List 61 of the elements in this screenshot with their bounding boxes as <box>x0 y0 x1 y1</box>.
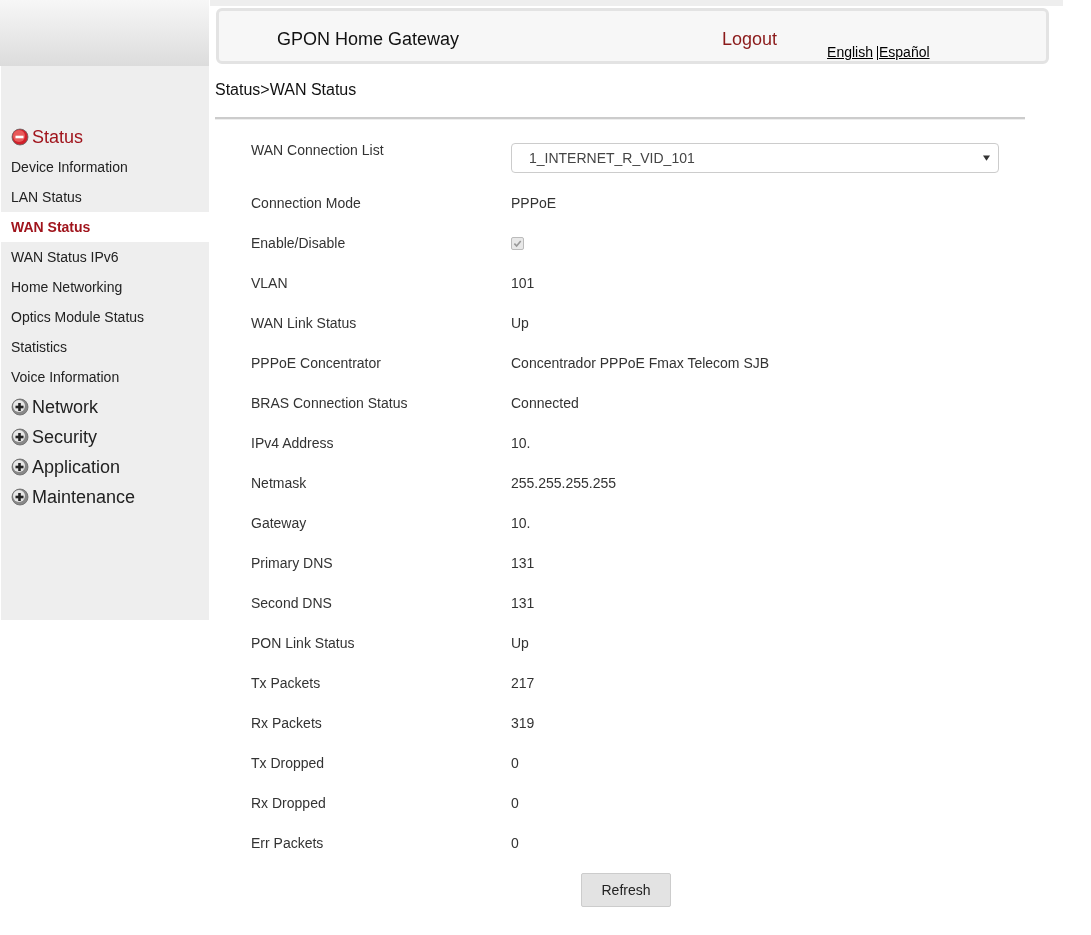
language-link[interactable]: Español <box>879 44 930 60</box>
enable-checkbox[interactable] <box>511 236 524 250</box>
field-label: Enable/Disable <box>250 235 347 251</box>
sidebar-group[interactable]: Application <box>32 456 121 478</box>
field-value: 101 <box>511 275 535 291</box>
field-label: Primary DNS <box>250 555 334 571</box>
field-value: 10. <box>511 515 531 531</box>
sidebar-item[interactable]: WAN Status IPv6 <box>1 242 209 272</box>
field-value: 0 <box>511 795 519 811</box>
sidebar-item[interactable]: Voice Information <box>1 362 209 392</box>
field-label: Gateway <box>250 515 308 531</box>
minus-circle-icon[interactable] <box>11 128 29 146</box>
field-label: BRAS Connection Status <box>250 395 409 411</box>
refresh-button[interactable]: Refresh <box>581 873 671 907</box>
field-label: IPv4 Address <box>250 435 335 451</box>
field-value: 0 <box>511 755 519 771</box>
sidebar-item[interactable]: Optics Module Status <box>1 302 209 332</box>
sidebar-item[interactable]: Home Networking <box>1 272 209 302</box>
field-value: Up <box>511 635 529 651</box>
plus-circle-icon[interactable] <box>11 428 29 446</box>
sidebar-item[interactable]: Statistics <box>1 332 209 362</box>
breadcrumb: Status>WAN Status <box>215 81 357 98</box>
field-value: 217 <box>511 675 535 691</box>
field-value: 131 <box>511 555 535 571</box>
gateway-title: GPON Home Gateway <box>277 29 461 50</box>
plus-circle-icon[interactable] <box>11 458 29 476</box>
field-value: Concentrador PPPoE Fmax Telecom SJB <box>511 355 770 371</box>
logout-link[interactable]: Logout <box>722 29 778 50</box>
field-label: Second DNS <box>250 595 333 611</box>
field-label: Connection Mode <box>250 195 362 211</box>
field-value: Up <box>511 315 529 331</box>
plus-circle-icon[interactable] <box>11 488 29 506</box>
field-label: WAN Connection List <box>250 141 385 158</box>
field-label: PPPoE Concentrator <box>250 355 382 371</box>
sidebar-item[interactable]: WAN Status <box>1 212 209 242</box>
field-value: PPPoE <box>511 195 557 211</box>
field-label: Netmask <box>250 475 308 491</box>
field-label: Err Packets <box>250 835 325 851</box>
field-label: Tx Packets <box>250 675 322 691</box>
field-value: Connected <box>511 395 579 411</box>
field-value: 10. <box>511 435 531 451</box>
field-label: PON Link Status <box>250 635 356 651</box>
field-label: VLAN <box>250 275 289 291</box>
sidebar-item[interactable]: Device Information <box>1 152 209 182</box>
caret-icon <box>983 155 990 161</box>
field-value: 319 <box>511 715 535 731</box>
field-label: Tx Dropped <box>250 755 326 771</box>
sidebar-group[interactable]: Security <box>32 426 98 448</box>
sidebar-item[interactable]: LAN Status <box>1 182 209 212</box>
field-label: Rx Packets <box>250 715 323 731</box>
connection-dropdown[interactable]: 1_INTERNET_R_VID_101 <box>511 143 999 173</box>
field-value: 131 <box>511 595 535 611</box>
plus-circle-icon[interactable] <box>11 398 29 416</box>
field-label: WAN Link Status <box>250 315 358 331</box>
field-value: 0 <box>511 835 519 851</box>
language-link[interactable]: English <box>827 44 873 60</box>
field-value: 255.255.255.255 <box>511 475 617 491</box>
sidebar-group[interactable]: Maintenance <box>32 486 136 508</box>
sidebar-group[interactable]: Status <box>32 126 84 148</box>
field-label: Rx Dropped <box>250 795 327 811</box>
sidebar-group[interactable]: Network <box>32 396 98 418</box>
